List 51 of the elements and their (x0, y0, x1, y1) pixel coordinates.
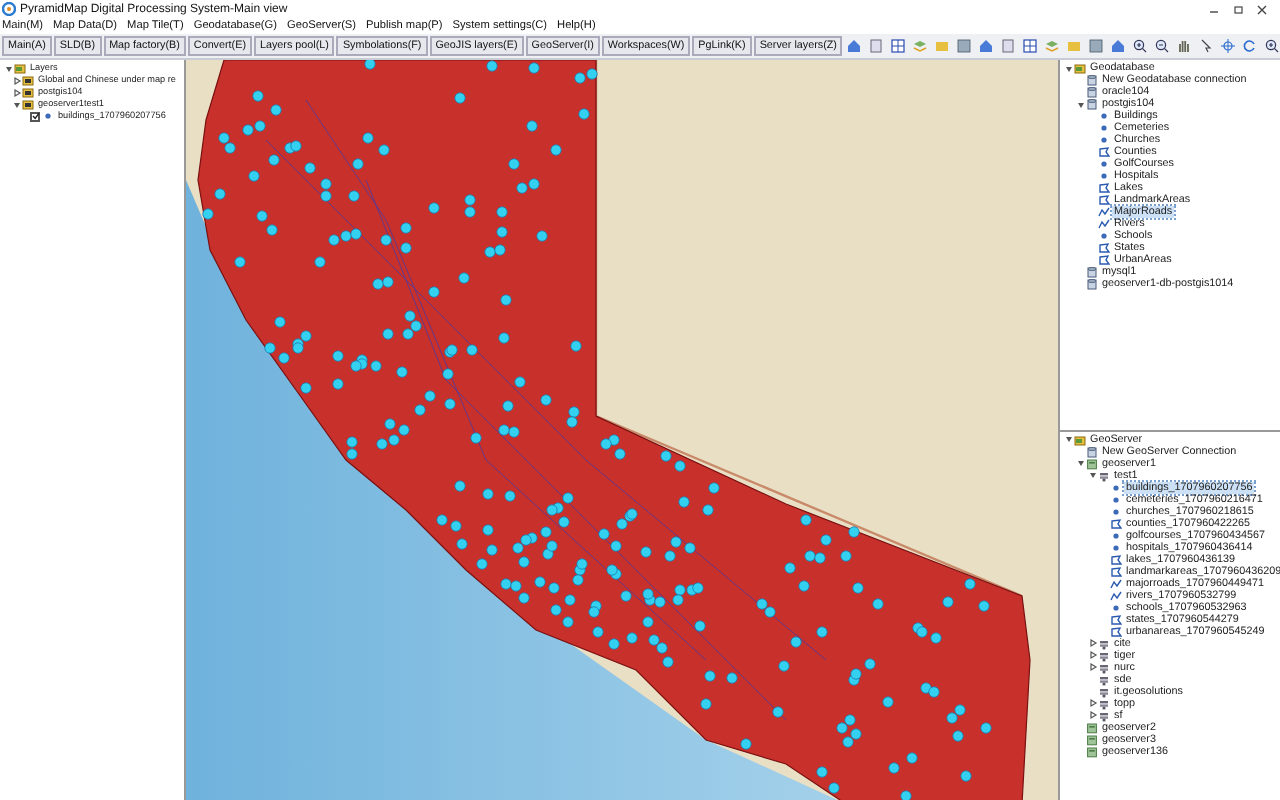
layer-checkbox[interactable] (30, 111, 40, 121)
grid-icon (890, 38, 907, 54)
layers-icon (912, 38, 929, 54)
expand-toggle[interactable] (1062, 433, 1074, 445)
toolbar-icon-button[interactable] (1262, 36, 1280, 56)
point-layer-icon (42, 110, 54, 122)
table-icon (1088, 38, 1105, 54)
point-layer-icon (1110, 601, 1122, 613)
toolbar-icon-button[interactable] (1152, 36, 1173, 56)
expand-toggle[interactable] (1074, 457, 1086, 469)
polygon-layer-icon (1110, 517, 1122, 529)
home-icon (1110, 38, 1127, 54)
grid-icon (1022, 38, 1039, 54)
home-icon (846, 38, 863, 54)
workspace-icon (1098, 469, 1110, 481)
toolbar-icon-button[interactable] (1020, 36, 1041, 56)
toolbar-icon-button[interactable] (1240, 36, 1261, 56)
point-layer-icon (1098, 230, 1110, 242)
expand-toggle[interactable] (1086, 637, 1098, 649)
zoom-in-icon (1264, 38, 1280, 54)
server-icon (1086, 457, 1098, 469)
expand-toggle[interactable] (10, 98, 22, 110)
document-icon (868, 38, 885, 54)
tree-root-icon (1074, 62, 1086, 74)
expand-toggle[interactable] (10, 74, 22, 86)
maximize-icon[interactable] (1232, 3, 1244, 15)
expand-toggle[interactable] (1086, 697, 1098, 709)
folder-icon (934, 38, 951, 54)
polygon-layer-icon (1098, 146, 1110, 158)
refresh-icon (1242, 38, 1259, 54)
folder-icon (1066, 38, 1083, 54)
expand-toggle[interactable] (1086, 469, 1098, 481)
document-icon (1000, 38, 1017, 54)
toolbar-icon-button[interactable] (1130, 36, 1151, 56)
close-icon[interactable] (1256, 3, 1268, 15)
expand-toggle[interactable] (1086, 649, 1098, 661)
home-icon (978, 38, 995, 54)
table-icon (956, 38, 973, 54)
expand-toggle[interactable] (1074, 98, 1086, 110)
layers-icon (1044, 38, 1061, 54)
zoom-in-icon (1132, 38, 1149, 54)
expand-toggle[interactable] (10, 86, 22, 98)
toolbar-icon-button[interactable] (888, 36, 909, 56)
tree-root-icon (14, 62, 26, 74)
app-logo-icon (2, 2, 16, 16)
expand-toggle[interactable] (1086, 661, 1098, 673)
crosshair-icon (1220, 38, 1237, 54)
expand-toggle[interactable] (1086, 709, 1098, 721)
zoom-out-icon (1154, 38, 1171, 54)
tree-root-icon (1074, 433, 1086, 445)
database-icon (1086, 445, 1098, 457)
